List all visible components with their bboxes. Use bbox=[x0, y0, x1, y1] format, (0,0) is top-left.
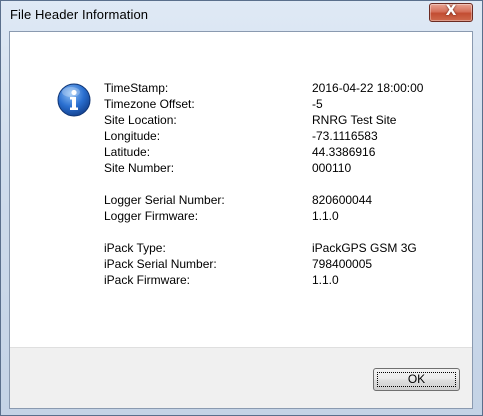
field-label: Longitude: bbox=[104, 129, 161, 143]
dialog-content: TimeStamp: 2016-04-22 18:00:00 Timezone Of… bbox=[9, 31, 473, 409]
close-icon: X bbox=[445, 3, 457, 19]
dialog-title: File Header Information bbox=[10, 7, 149, 22]
field-label: Logger Serial Number: bbox=[104, 193, 225, 207]
field-label: Logger Firmware: bbox=[104, 209, 199, 223]
field-label: Latitude: bbox=[104, 145, 151, 159]
field-label: iPack Firmware: bbox=[104, 273, 191, 287]
dialog-window: File Header Information X TimeStamp: 2016… bbox=[0, 0, 483, 416]
field-label: TimeStamp: bbox=[104, 81, 169, 95]
title-bar[interactable]: File Header Information X bbox=[1, 1, 482, 31]
ok-button[interactable]: OK bbox=[373, 368, 460, 391]
field-value: -73.1116583 bbox=[312, 129, 378, 143]
field-value: 1.1.0 bbox=[312, 273, 339, 287]
field-label: iPack Serial Number: bbox=[104, 257, 217, 271]
field-value: RNRG Test Site bbox=[312, 113, 397, 127]
info-icon bbox=[57, 83, 91, 117]
field-value: -5 bbox=[312, 97, 323, 111]
button-bar: OK bbox=[10, 347, 472, 408]
field-value: 1.1.0 bbox=[312, 209, 339, 223]
field-value: 820600044 bbox=[312, 193, 373, 207]
field-value: 000110 bbox=[312, 161, 352, 175]
field-label: iPack Type: bbox=[104, 241, 166, 255]
field-value: 2016-04-22 18:00:00 bbox=[312, 81, 424, 95]
field-label: Timezone Offset: bbox=[104, 97, 195, 111]
close-button[interactable]: X bbox=[429, 3, 473, 22]
field-value: 798400005 bbox=[312, 257, 373, 271]
field-label: Site Number: bbox=[104, 161, 175, 175]
field-value: 44.3386916 bbox=[312, 145, 376, 159]
field-label: Site Location: bbox=[104, 113, 177, 127]
field-value: iPackGPS GSM 3G bbox=[312, 241, 417, 255]
